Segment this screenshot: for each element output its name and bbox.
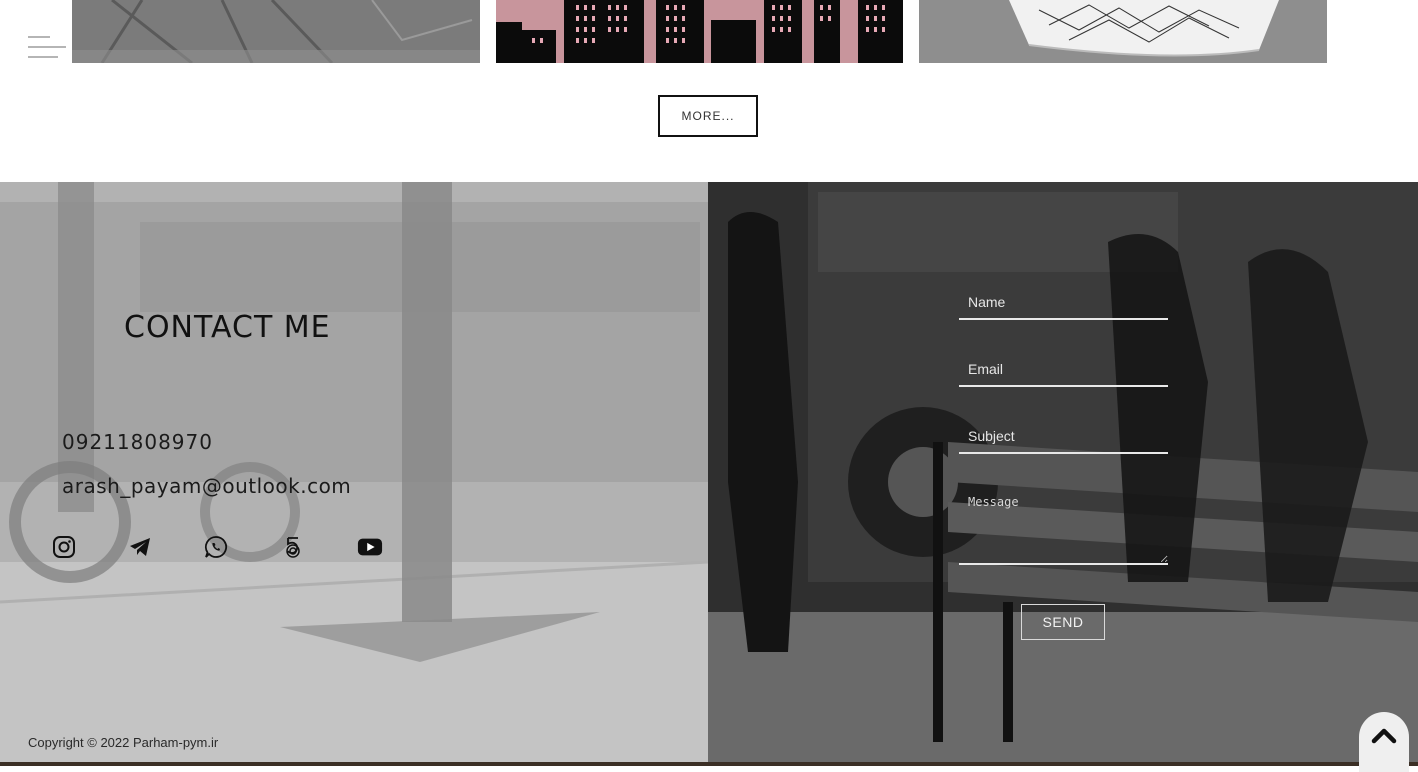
whatsapp-icon[interactable] — [203, 534, 229, 560]
more-button[interactable]: MORE... — [658, 95, 758, 137]
send-button[interactable]: SEND — [1021, 604, 1105, 640]
instagram-icon[interactable] — [51, 534, 77, 560]
gallery-image-3 — [919, 0, 1327, 63]
copyright-text: Copyright © 2022 Parham-pym.ir — [28, 735, 219, 750]
email-address[interactable]: arash_payam@outlook.com — [62, 474, 351, 498]
street-background-image — [0, 182, 708, 762]
social-links — [0, 534, 708, 564]
contact-form-panel: SEND — [708, 182, 1418, 762]
gallery-thumbnail-3[interactable] — [919, 0, 1327, 63]
phone-number[interactable]: 09211808970 — [62, 430, 213, 454]
gallery-thumbnail-2[interactable] — [496, 0, 903, 63]
gallery-thumbnail-1[interactable] — [72, 0, 480, 63]
telegram-icon[interactable] — [127, 534, 153, 560]
email-field[interactable] — [959, 353, 1168, 387]
name-field[interactable] — [959, 286, 1168, 320]
chevron-up-icon — [1371, 728, 1397, 744]
bus-stop-background-image — [708, 182, 1418, 762]
contact-section: CONTACT ME 09211808970 arash_payam@outlo… — [0, 182, 1418, 762]
scroll-to-top-button[interactable] — [1359, 712, 1409, 772]
bottom-strip — [0, 762, 1418, 766]
gallery-image-1 — [72, 0, 480, 63]
subject-field[interactable] — [959, 420, 1168, 454]
menu-icon[interactable] — [28, 34, 68, 60]
youtube-icon[interactable] — [357, 534, 383, 560]
message-field[interactable] — [959, 487, 1168, 565]
500px-icon[interactable] — [280, 534, 306, 560]
contact-info-panel: CONTACT ME 09211808970 arash_payam@outlo… — [0, 182, 708, 762]
gallery-image-2 — [496, 0, 903, 63]
contact-title: CONTACT ME — [124, 310, 331, 345]
